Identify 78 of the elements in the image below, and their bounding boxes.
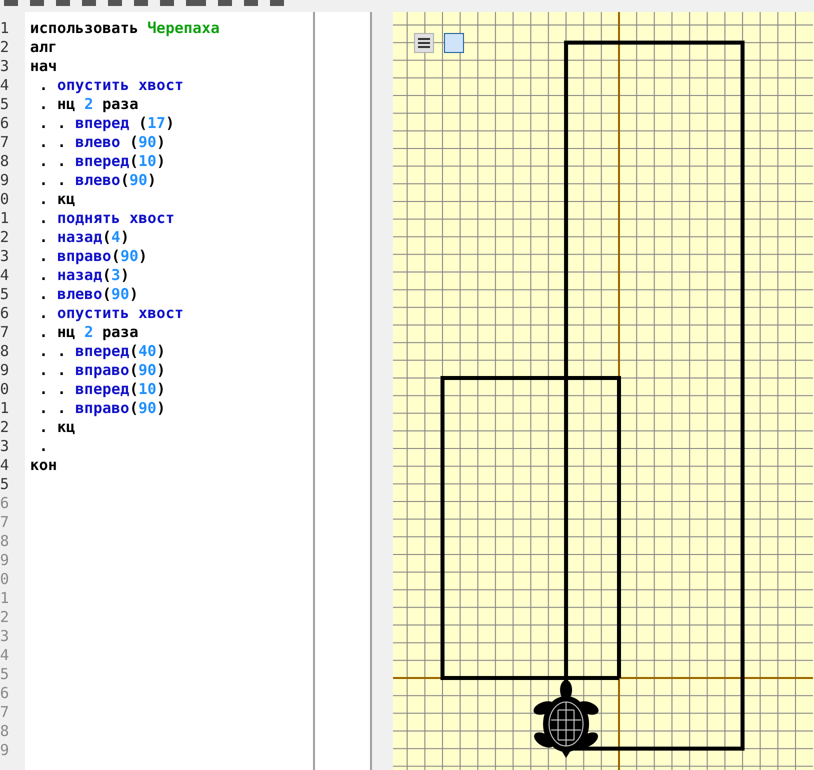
line-number: 4 (0, 646, 10, 665)
toolbar-icon[interactable] (186, 0, 206, 6)
line-number: 3 (0, 247, 10, 266)
code-line: . кц (38, 418, 76, 437)
code-line: . опустить хвост (38, 304, 184, 323)
code-line: . влево(90) (38, 285, 138, 304)
line-number: 5 (0, 665, 10, 684)
line-number: 5 (0, 95, 10, 114)
line-number: 7 (0, 133, 10, 152)
line-number: 9 (0, 741, 10, 760)
line-number: 8 (0, 152, 10, 171)
toolbar-icon[interactable] (4, 0, 18, 6)
line-number: 2 (0, 38, 10, 57)
line-number: 1 (0, 209, 10, 228)
toolbar-icon[interactable] (56, 0, 70, 6)
line-number: 8 (0, 532, 10, 551)
toolbar-icon[interactable] (160, 0, 174, 6)
line-number: 9 (0, 171, 10, 190)
line-number: 3 (0, 437, 10, 456)
code-line: . поднять хвост (38, 209, 174, 228)
color-swatch-button[interactable] (444, 33, 464, 53)
code-line: . кц (38, 190, 76, 209)
code-line: . . влево(90) (38, 171, 156, 190)
code-line: . . вперед(40) (38, 342, 166, 361)
line-number: 4 (0, 76, 10, 95)
line-number: 6 (0, 304, 10, 323)
code-line: . (38, 437, 48, 456)
line-number: 7 (0, 703, 10, 722)
code-line: . . вправо(90) (38, 361, 166, 380)
line-number: 0 (0, 570, 10, 589)
code-line: алг (30, 38, 58, 57)
line-number: 8 (0, 342, 10, 361)
code-line: . вправо(90) (38, 247, 148, 266)
code-line: . назад(3) (38, 266, 130, 285)
code-line: . . влево (90) (38, 133, 166, 152)
line-number: 1 (0, 19, 10, 38)
code-line: . . вправо(90) (38, 399, 166, 418)
turtle-icon (534, 680, 599, 758)
line-number: 6 (0, 494, 10, 513)
code-line: . нц 2 раза (38, 95, 138, 114)
line-number: 5 (0, 285, 10, 304)
line-number: 0 (0, 380, 10, 399)
toolbar-icon[interactable] (244, 0, 258, 6)
toolbar-icon[interactable] (82, 0, 96, 6)
code-line: . назад(4) (38, 228, 130, 247)
line-number: 4 (0, 456, 10, 475)
toolbar-icon[interactable] (270, 0, 284, 6)
line-number: 7 (0, 323, 10, 342)
toolbar-icon[interactable] (108, 0, 122, 6)
line-number: 1 (0, 399, 10, 418)
line-number: 5 (0, 475, 10, 494)
toolbar-icon[interactable] (30, 0, 44, 6)
line-number: 0 (0, 190, 10, 209)
line-number: 3 (0, 627, 10, 646)
line-number: 6 (0, 684, 10, 703)
toolbar-icon[interactable] (134, 0, 148, 6)
code-line: нач (30, 57, 58, 76)
menu-icon (418, 38, 430, 48)
line-number: 3 (0, 57, 10, 76)
menu-button[interactable] (414, 33, 434, 53)
code-line: использовать Черепаха (30, 19, 220, 38)
code-line: . . вперед(10) (38, 152, 166, 171)
code-line: . . вперед (17) (38, 114, 174, 133)
line-number: 1 (0, 589, 10, 608)
code-line: . . вперед(10) (38, 380, 166, 399)
line-number: 8 (0, 722, 10, 741)
line-number: 7 (0, 513, 10, 532)
code-line: . нц 2 раза (38, 323, 138, 342)
line-number: 6 (0, 114, 10, 133)
toolbar-icon[interactable] (218, 0, 232, 6)
line-number: 9 (0, 551, 10, 570)
line-number: 9 (0, 361, 10, 380)
code-line: кон (30, 456, 58, 475)
line-number: 4 (0, 266, 10, 285)
code-line: . опустить хвост (38, 76, 184, 95)
line-number: 2 (0, 418, 10, 437)
line-number: 2 (0, 608, 10, 627)
line-number: 2 (0, 228, 10, 247)
